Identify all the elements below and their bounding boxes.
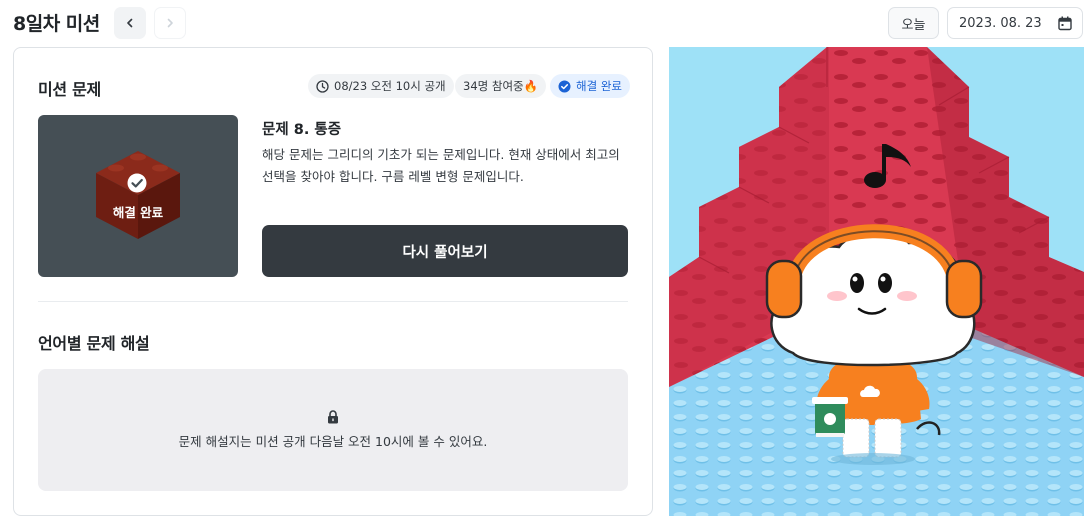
- solutions-section-title: 언어별 문제 해설: [38, 334, 150, 353]
- thumbnail-status-label: 해결 완료: [112, 205, 164, 220]
- problem-thumbnail: 해결 완료: [38, 115, 238, 277]
- mascot-lego-scene-image: [669, 47, 1084, 516]
- date-value: 2023. 08. 23: [959, 15, 1042, 31]
- check-circle-icon: [558, 80, 571, 92]
- problem-description: 해당 문제는 그리디의 기초가 되는 문제입니다. 현재 상태에서 최고의 선택…: [262, 147, 620, 184]
- lock-icon: [328, 410, 338, 424]
- participants-label: 34명 참여중🔥: [463, 79, 538, 93]
- chevron-right-icon: [167, 18, 173, 28]
- open-time-label: 08/23 오전 10시 공개: [334, 79, 446, 93]
- lego-brick-icon: [96, 151, 180, 239]
- today-button[interactable]: 오늘: [888, 7, 939, 39]
- locked-message: 문제 해설지는 미션 공개 다음날 오전 10시에 볼 수 있어요.: [178, 434, 488, 449]
- solved-status-label: 해결 완료: [576, 79, 622, 93]
- mission-card: 미션 문제 08/23 오전 10시 공개 34명 참여중🔥 해결 완료 해결 …: [13, 47, 653, 516]
- mascot-illustration: [669, 47, 1084, 516]
- solutions-locked-panel: 문제 해설지는 미션 공개 다음날 오전 10시에 볼 수 있어요.: [38, 369, 628, 491]
- prev-day-button[interactable]: [114, 7, 146, 39]
- coffee-cup-icon: [812, 397, 848, 437]
- clock-icon: [316, 79, 329, 93]
- problem-title: 문제 8. 통증: [262, 122, 342, 138]
- calendar-icon[interactable]: [1058, 16, 1072, 31]
- mission-section-title: 미션 문제: [38, 80, 101, 99]
- section-divider: [38, 301, 628, 302]
- next-day-button[interactable]: [154, 7, 186, 39]
- chevron-left-icon: [127, 18, 133, 28]
- date-picker-field[interactable]: 2023. 08. 23: [947, 7, 1083, 39]
- solved-status-badge: 해결 완료: [550, 74, 630, 98]
- page-title: 8일차 미션: [13, 13, 100, 35]
- retry-button[interactable]: 다시 풀어보기: [262, 225, 628, 277]
- open-time-chip: 08/23 오전 10시 공개: [308, 74, 454, 98]
- participants-chip: 34명 참여중🔥: [455, 74, 546, 98]
